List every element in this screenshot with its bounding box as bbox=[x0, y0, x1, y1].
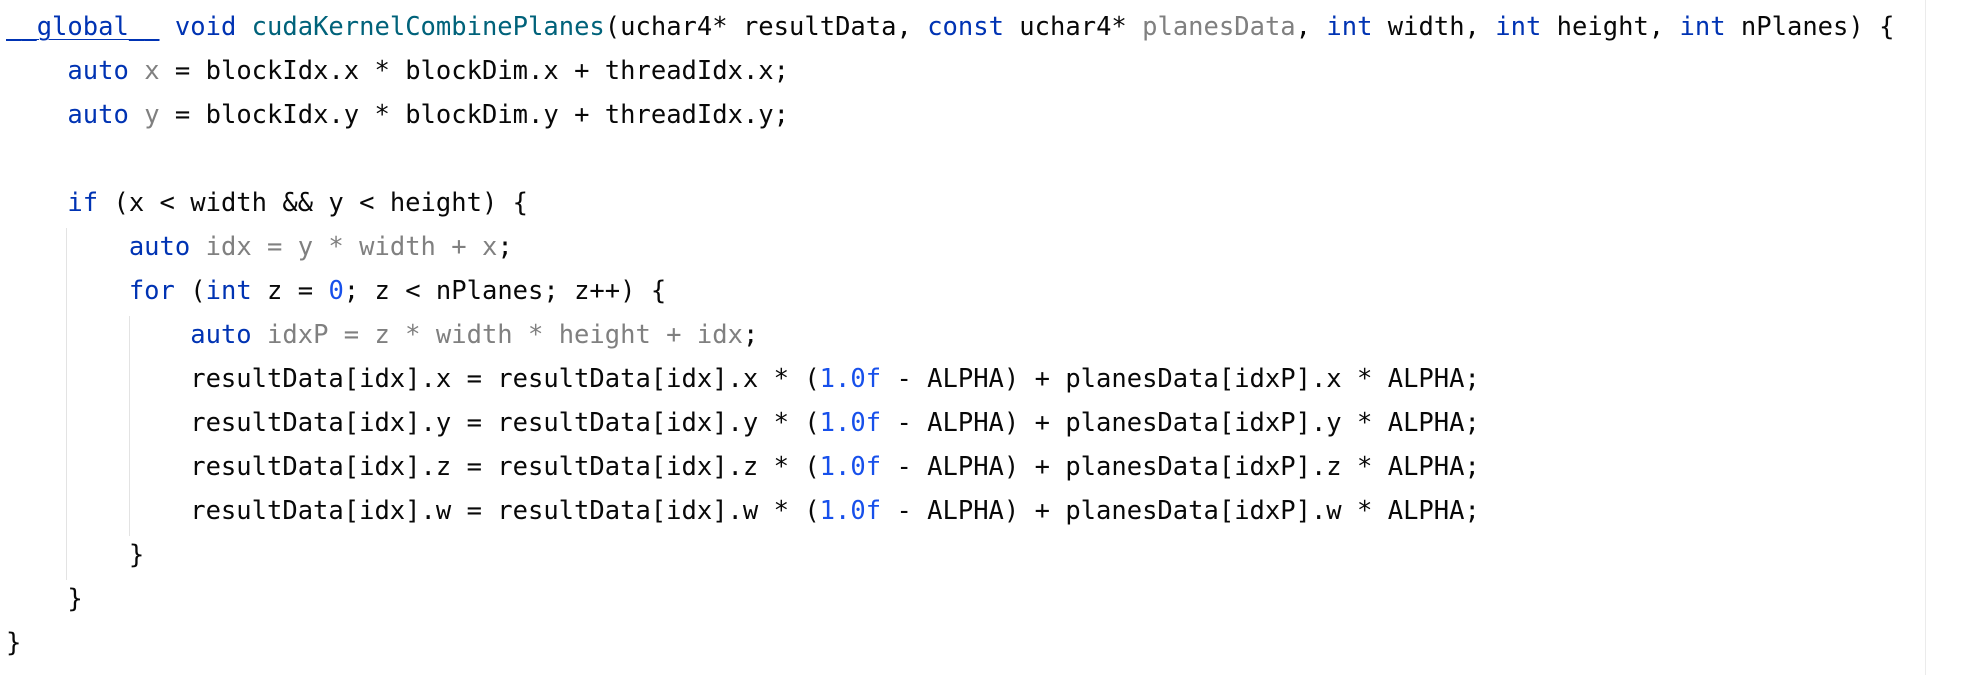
code-token: uchar4* bbox=[1003, 12, 1143, 42]
code-line[interactable]: resultData[idx].z = resultData[idx].z * … bbox=[6, 445, 1894, 489]
code-token: ; bbox=[497, 232, 513, 262]
code-token: auto bbox=[67, 56, 129, 86]
code-token: 1.0f bbox=[819, 452, 882, 482]
code-line[interactable]: resultData[idx].y = resultData[idx].y * … bbox=[6, 401, 1894, 445]
code-line[interactable]: } bbox=[6, 533, 1894, 577]
code-token: 1.0f bbox=[819, 364, 882, 394]
code-token: auto bbox=[190, 320, 252, 350]
code-token: nPlanes) { bbox=[1725, 12, 1895, 42]
code-token: idx = y * width + x bbox=[205, 232, 498, 262]
code-token: const bbox=[927, 12, 1004, 42]
code-token: auto bbox=[128, 232, 191, 262]
code-line[interactable]: auto idxP = z * width * height + idx; bbox=[6, 313, 1894, 357]
code-token: (uchar4* resultData, bbox=[604, 12, 928, 42]
code-line[interactable]: for (int z = 0; z < nPlanes; z++) { bbox=[6, 269, 1894, 313]
code-token: int bbox=[1679, 12, 1726, 42]
code-line[interactable]: auto idx = y * width + x; bbox=[6, 225, 1894, 269]
code-token: resultData[idx].y = resultData[idx].y * … bbox=[6, 408, 820, 438]
code-token: - ALPHA) + planesData[idxP].y * ALPHA; bbox=[881, 408, 1480, 438]
code-token: y bbox=[144, 100, 160, 130]
code-token: , bbox=[1295, 12, 1327, 42]
code-token: if bbox=[67, 188, 99, 218]
code-token: int bbox=[1495, 12, 1542, 42]
code-token: height, bbox=[1541, 12, 1680, 42]
code-token: } bbox=[6, 584, 83, 614]
code-token: ( bbox=[174, 276, 206, 306]
code-line[interactable]: __global__ void cudaKernelCombinePlanes(… bbox=[6, 5, 1894, 49]
code-token: cudaKernelCombinePlanes bbox=[251, 12, 605, 42]
code-token: for bbox=[128, 276, 175, 306]
code-token: (x < width && y < height) { bbox=[98, 188, 529, 218]
code-token: ; bbox=[742, 320, 759, 350]
code-token: 1.0f bbox=[819, 408, 882, 438]
right-margin-guide bbox=[1925, 0, 1926, 675]
code-token: - ALPHA) + planesData[idxP].z * ALPHA; bbox=[881, 452, 1480, 482]
code-token: x bbox=[144, 56, 160, 86]
code-token: 1.0f bbox=[819, 496, 882, 526]
code-token: width, bbox=[1372, 12, 1496, 42]
code-token: idxP = z * width * height + idx bbox=[267, 320, 743, 350]
code-token: resultData[idx].x = resultData[idx].x * … bbox=[6, 364, 820, 394]
code-token: int bbox=[205, 276, 252, 306]
code-token: int bbox=[1326, 12, 1373, 42]
code-line[interactable]: } bbox=[6, 577, 1894, 621]
code-token: 0 bbox=[328, 276, 344, 306]
code-token: z = bbox=[251, 276, 329, 306]
code-token: void bbox=[174, 12, 237, 42]
code-token: __global__ bbox=[6, 12, 160, 42]
code-line[interactable]: } bbox=[6, 621, 1894, 665]
code-token: auto bbox=[67, 100, 129, 130]
code-line[interactable]: auto x = blockIdx.x * blockDim.x + threa… bbox=[6, 49, 1894, 93]
code-token: } bbox=[6, 628, 22, 658]
code-editor[interactable]: __global__ void cudaKernelCombinePlanes(… bbox=[0, 0, 1980, 675]
code-token: resultData[idx].z = resultData[idx].z * … bbox=[6, 452, 820, 482]
code-line[interactable]: resultData[idx].w = resultData[idx].w * … bbox=[6, 489, 1894, 533]
code-line[interactable]: auto y = blockIdx.y * blockDim.y + threa… bbox=[6, 93, 1894, 137]
code-token: ; z < nPlanes; z++) { bbox=[343, 276, 667, 306]
code-text[interactable]: __global__ void cudaKernelCombinePlanes(… bbox=[6, 5, 1894, 665]
code-token: planesData bbox=[1142, 12, 1296, 42]
code-line[interactable]: resultData[idx].x = resultData[idx].x * … bbox=[6, 357, 1894, 401]
code-token: } bbox=[6, 540, 145, 570]
code-token: - ALPHA) + planesData[idxP].x * ALPHA; bbox=[881, 364, 1480, 394]
code-token: = blockIdx.x * blockDim.x + threadIdx.x; bbox=[159, 56, 790, 86]
code-token: = blockIdx.y * blockDim.y + threadIdx.y; bbox=[159, 100, 790, 130]
code-token: resultData[idx].w = resultData[idx].w * … bbox=[6, 496, 820, 526]
code-line[interactable]: if (x < width && y < height) { bbox=[6, 181, 1894, 225]
code-token: - ALPHA) + planesData[idxP].w * ALPHA; bbox=[881, 496, 1480, 526]
code-line[interactable] bbox=[6, 137, 1894, 181]
